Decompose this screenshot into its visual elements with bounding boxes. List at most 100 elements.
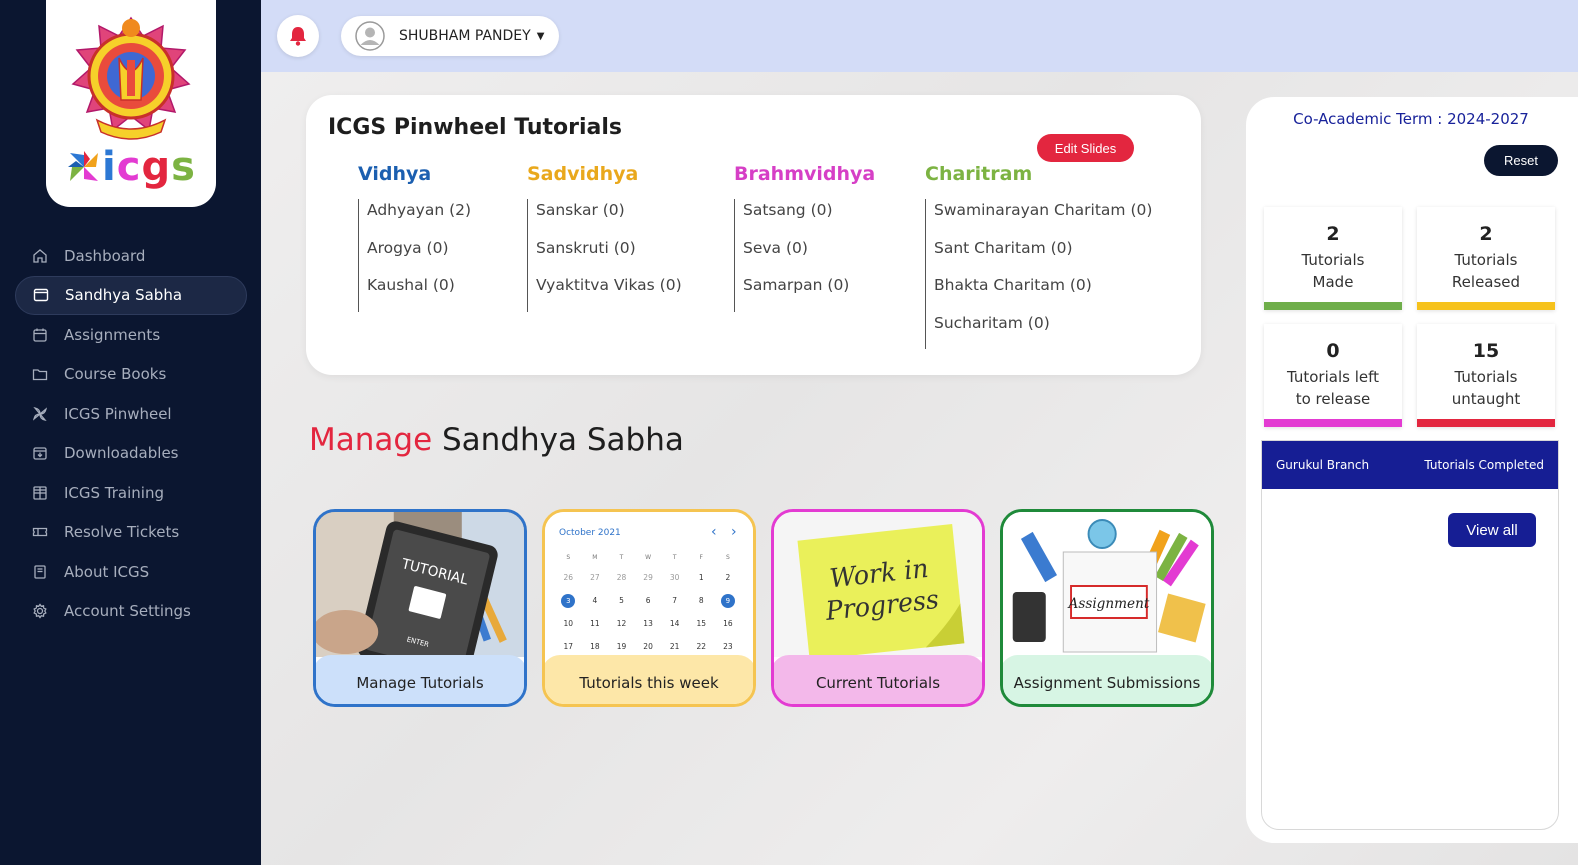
list-item[interactable]: Adhyayan (2) xyxy=(367,199,471,237)
sidebar-nav: Dashboard Sandhya Sabha Assignments Cour… xyxy=(15,236,247,631)
sidebar-item-label: ICGS Pinwheel xyxy=(64,404,172,423)
view-all-button[interactable]: View all xyxy=(1448,513,1536,547)
branch-table: Gurukul Branch Tutorials Completed View … xyxy=(1261,440,1559,830)
sidebar-item-resolve-tickets[interactable]: Resolve Tickets xyxy=(15,513,247,553)
column-heading[interactable]: Sadvidhya xyxy=(527,163,682,185)
list-item[interactable]: Vyaktitva Vikas (0) xyxy=(536,274,682,312)
calendar-day[interactable]: 22 xyxy=(688,637,715,657)
column-heading[interactable]: Vidhya xyxy=(358,163,471,185)
calendar-day[interactable]: 4 xyxy=(582,591,609,611)
calendar-day[interactable]: 7 xyxy=(661,591,688,611)
calendar-day[interactable]: 8 xyxy=(688,591,715,611)
tile-current-tutorials[interactable]: Work in Progress Current Tutorials xyxy=(771,509,985,707)
tile-manage-tutorials[interactable]: TUTORIAL ENTER Manage Tutorials xyxy=(313,509,527,707)
logo-text: icgs xyxy=(102,144,196,190)
svg-text:Assignment: Assignment xyxy=(1067,596,1150,612)
column-header-branch: Gurukul Branch xyxy=(1276,458,1370,472)
list-item[interactable]: Sucharitam (0) xyxy=(934,312,1152,350)
reset-button[interactable]: Reset xyxy=(1484,145,1558,176)
calendar-day[interactable]: 10 xyxy=(555,614,582,634)
calendar-day[interactable]: 14 xyxy=(661,614,688,634)
list-item[interactable]: Bhakta Charitam (0) xyxy=(934,274,1152,312)
calendar-day[interactable]: 28 xyxy=(608,568,635,588)
calendar-day[interactable]: 17 xyxy=(555,637,582,657)
calendar-day[interactable]: 27 xyxy=(582,568,609,588)
calendar-day[interactable]: 11 xyxy=(582,614,609,634)
sidebar-item-icgs-pinwheel[interactable]: ICGS Pinwheel xyxy=(15,394,247,434)
stat-tutorials-released: 2 Tutorials Released xyxy=(1417,207,1555,310)
ticket-icon xyxy=(32,524,48,540)
tile-tutorials-this-week[interactable]: October 2021 ‹ › S M T W T F S 26 27 28 29 30 1 2 3 4 5 6… xyxy=(542,509,756,707)
sidebar-item-label: About ICGS xyxy=(64,562,150,581)
sidebar-item-label: Assignments xyxy=(64,325,161,344)
academic-term: Co-Academic Term : 2024-2027 xyxy=(1293,110,1529,128)
sidebar-item-downloadables[interactable]: Downloadables xyxy=(15,434,247,474)
list-item[interactable]: Satsang (0) xyxy=(743,199,875,237)
list-item[interactable]: Swaminarayan Charitam (0) xyxy=(934,199,1152,237)
calendar-day[interactable]: 20 xyxy=(635,637,662,657)
stat-tutorials-untaught: 15 Tutorials untaught xyxy=(1417,324,1555,427)
pinwheel-logo-icon xyxy=(68,151,98,181)
logo-card[interactable]: icgs xyxy=(46,0,216,207)
manage-heading: Manage Sandhya Sabha xyxy=(309,422,684,458)
calendar-day[interactable]: 1 xyxy=(688,568,715,588)
list-item[interactable]: Sanskruti (0) xyxy=(536,237,682,275)
calendar-day[interactable]: 15 xyxy=(688,614,715,634)
sidebar-item-assignments[interactable]: Assignments xyxy=(15,315,247,355)
calendar-day[interactable]: 19 xyxy=(608,637,635,657)
window-icon xyxy=(33,287,49,303)
sidebar-item-course-books[interactable]: Course Books xyxy=(15,355,247,395)
edit-slides-button[interactable]: Edit Slides xyxy=(1037,134,1134,162)
list-item[interactable]: Kaushal (0) xyxy=(367,274,471,312)
calendar-day[interactable]: 13 xyxy=(635,614,662,634)
calendar-day[interactable]: 3 xyxy=(555,591,582,611)
calendar-icon xyxy=(32,327,48,343)
bell-icon xyxy=(290,27,306,46)
list-item[interactable]: Sanskar (0) xyxy=(536,199,682,237)
user-menu-button[interactable]: SHUBHAM PANDEY ▼ xyxy=(341,16,559,56)
chevron-down-icon: ▼ xyxy=(536,30,545,42)
download-box-icon xyxy=(32,445,48,461)
calendar-day[interactable]: 29 xyxy=(635,568,662,588)
calendar-day[interactable]: 5 xyxy=(608,591,635,611)
calendar-day[interactable]: 9 xyxy=(715,591,742,611)
sidebar-item-label: ICGS Training xyxy=(64,483,164,502)
notification-button[interactable] xyxy=(277,15,319,57)
sidebar-item-dashboard[interactable]: Dashboard xyxy=(15,236,247,276)
calendar-week-row: 10 11 12 13 14 15 16 xyxy=(555,611,745,634)
calendar-day[interactable]: 18 xyxy=(582,637,609,657)
calendar-day[interactable]: 21 xyxy=(661,637,688,657)
calendar-day[interactable]: 23 xyxy=(715,637,742,657)
column-heading[interactable]: Brahmvidhya xyxy=(734,163,875,185)
stat-tutorials-left: 0 Tutorials left to release xyxy=(1264,324,1402,427)
column-heading[interactable]: Charitram xyxy=(925,163,1152,185)
calendar-day[interactable]: 2 xyxy=(715,568,742,588)
list-item[interactable]: Arogya (0) xyxy=(367,237,471,275)
list-item[interactable]: Seva (0) xyxy=(743,237,875,275)
list-item[interactable]: Sant Charitam (0) xyxy=(934,237,1152,275)
calendar-weekday-row: SMTWTFS xyxy=(555,544,745,565)
folder-icon xyxy=(32,366,48,382)
stat-color-bar xyxy=(1264,419,1402,427)
calendar-week-row: 3456789 xyxy=(555,588,745,611)
calendar-weekday: T xyxy=(672,554,677,561)
sidebar-item-icgs-training[interactable]: ICGS Training xyxy=(15,473,247,513)
stat-color-bar xyxy=(1417,302,1555,310)
tile-assignment-submissions[interactable]: Assignment Assignment Submissions xyxy=(1000,509,1214,707)
calendar-day[interactable]: 12 xyxy=(608,614,635,634)
user-name: SHUBHAM PANDEY xyxy=(399,28,531,44)
pinwheel-column-vidhya: Vidhya Adhyayan (2) Arogya (0) Kaushal (… xyxy=(358,163,471,312)
stat-value: 0 xyxy=(1326,340,1340,362)
sidebar-item-about-icgs[interactable]: About ICGS xyxy=(15,552,247,592)
pinwheel-tutorials-card: ICGS Pinwheel Tutorials Edit Slides Vidh… xyxy=(306,95,1201,375)
sidebar: icgs Dashboard Sandhya Sabha Assignments… xyxy=(0,0,261,865)
calendar-day[interactable]: 30 xyxy=(661,568,688,588)
sidebar-item-sandhya-sabha[interactable]: Sandhya Sabha xyxy=(15,275,247,315)
calendar-day[interactable]: 6 xyxy=(635,591,662,611)
sidebar-item-account-settings[interactable]: Account Settings xyxy=(15,592,247,632)
list-item[interactable]: Samarpan (0) xyxy=(743,274,875,312)
calendar-day[interactable]: 16 xyxy=(715,614,742,634)
sidebar-item-label: Resolve Tickets xyxy=(64,523,180,542)
stat-value: 2 xyxy=(1326,223,1340,245)
calendar-day[interactable]: 26 xyxy=(555,568,582,588)
